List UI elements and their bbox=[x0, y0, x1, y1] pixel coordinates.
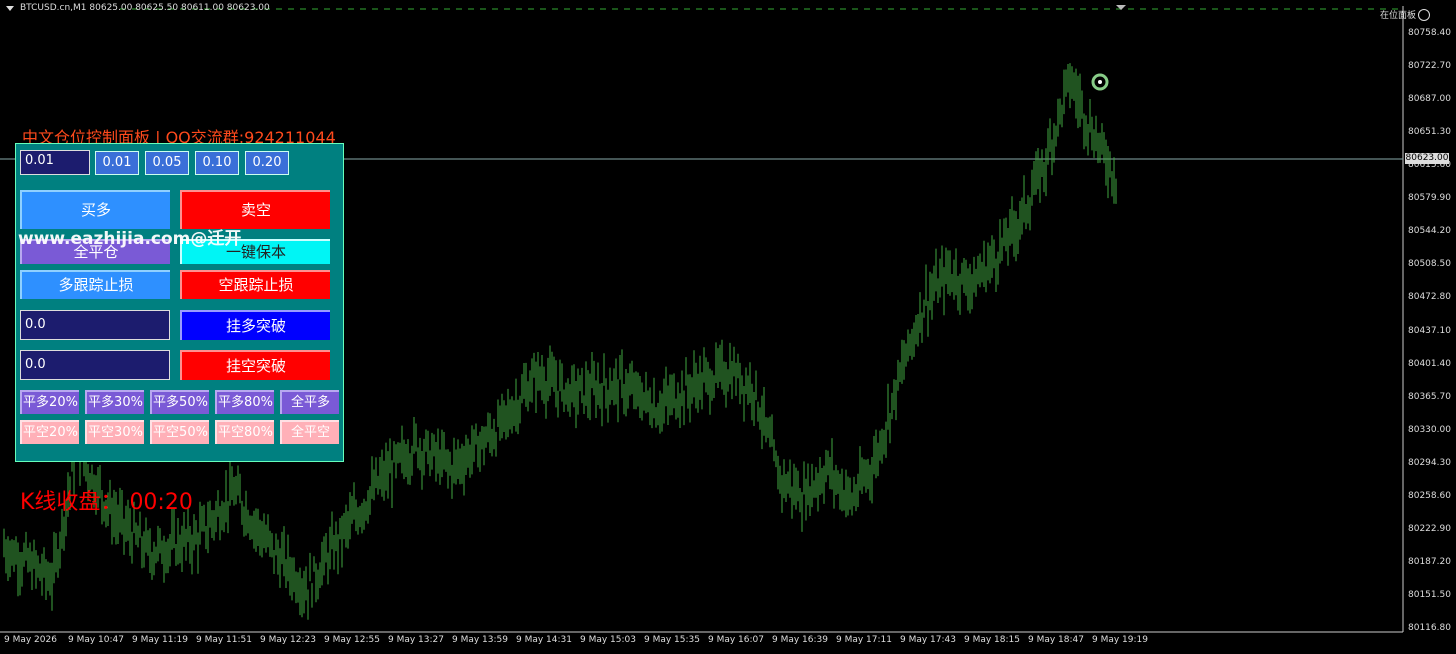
close-long-50-button[interactable]: 平多50% bbox=[150, 390, 209, 414]
buy-stop-price-input[interactable]: 0.0 bbox=[20, 310, 170, 340]
y-tick-label: 80544.20 bbox=[1408, 226, 1451, 237]
x-tick-label: 9 May 18:15 bbox=[964, 635, 1020, 645]
x-tick-label: 9 May 17:43 bbox=[900, 635, 956, 645]
close-short-20-button[interactable]: 平空20% bbox=[20, 420, 79, 444]
y-tick-label: 80579.90 bbox=[1408, 193, 1451, 204]
y-tick-label: 80401.40 bbox=[1408, 358, 1451, 369]
close-long-30-button[interactable]: 平多30% bbox=[85, 390, 144, 414]
smiley-icon[interactable] bbox=[1418, 9, 1430, 21]
y-tick-label: 80116.80 bbox=[1408, 623, 1451, 633]
y-tick-label: 80758.40 bbox=[1408, 28, 1451, 38]
y-tick-label: 80437.10 bbox=[1408, 325, 1451, 336]
y-tick-label: 80651.30 bbox=[1408, 127, 1451, 138]
close-all-long-button[interactable]: 全平多 bbox=[280, 390, 339, 414]
lot-button-001[interactable]: 0.01 bbox=[95, 151, 139, 175]
x-tick-label: 9 May 15:35 bbox=[644, 635, 700, 645]
lot-button-010[interactable]: 0.10 bbox=[195, 151, 239, 175]
symbol-menu-icon[interactable] bbox=[6, 6, 14, 11]
top-right-label[interactable]: 在位面板 bbox=[1380, 8, 1416, 21]
x-tick-label: 9 May 11:51 bbox=[196, 635, 252, 645]
y-tick-label: 80258.60 bbox=[1408, 490, 1451, 501]
lot-input[interactable]: 0.01 bbox=[20, 150, 90, 175]
y-tick-label: 80722.70 bbox=[1408, 61, 1451, 72]
close-long-20-button[interactable]: 平多20% bbox=[20, 390, 79, 414]
short-trailing-stop-button[interactable]: 空跟踪止损 bbox=[180, 270, 330, 299]
lot-button-020[interactable]: 0.20 bbox=[245, 151, 289, 175]
x-tick-label: 9 May 17:11 bbox=[836, 635, 892, 645]
kline-close-value: 00:20 bbox=[129, 490, 193, 515]
sell-stop-price-input[interactable]: 0.0 bbox=[20, 350, 170, 380]
close-short-30-button[interactable]: 平空30% bbox=[85, 420, 144, 444]
x-tick-label: 9 May 16:39 bbox=[772, 635, 828, 645]
y-tick-label: 80508.50 bbox=[1408, 259, 1451, 270]
x-tick-label: 9 May 19:19 bbox=[1092, 635, 1148, 645]
symbol-info: BTCUSD.cn,M1 80625.00 80625.50 80611.00 … bbox=[20, 3, 270, 13]
long-trailing-stop-button[interactable]: 多跟踪止损 bbox=[20, 270, 170, 299]
close-all-short-button[interactable]: 全平空 bbox=[280, 420, 339, 444]
y-tick-label: 80687.00 bbox=[1408, 94, 1451, 105]
x-tick-label: 9 May 13:27 bbox=[388, 635, 444, 645]
y-tick-label: 80294.30 bbox=[1408, 457, 1451, 468]
x-tick-label: 9 May 14:31 bbox=[516, 635, 572, 645]
sell-stop-button[interactable]: 挂空突破 bbox=[180, 350, 330, 380]
buy-stop-button[interactable]: 挂多突破 bbox=[180, 310, 330, 340]
y-tick-label: 80222.90 bbox=[1408, 523, 1451, 534]
x-tick-label: 9 May 13:59 bbox=[452, 635, 508, 645]
y-tick-label: 80472.80 bbox=[1408, 292, 1451, 303]
close-short-80-button[interactable]: 平空80% bbox=[215, 420, 274, 444]
x-tick-label: 9 May 18:47 bbox=[1028, 635, 1084, 645]
x-tick-label: 9 May 10:47 bbox=[68, 635, 124, 645]
close-long-80-button[interactable]: 平多80% bbox=[215, 390, 274, 414]
close-short-50-button[interactable]: 平空50% bbox=[150, 420, 209, 444]
kline-close-label: K线收盘： bbox=[20, 490, 123, 515]
x-tick-label: 9 May 15:03 bbox=[580, 635, 636, 645]
x-tick-label: 9 May 12:55 bbox=[324, 635, 380, 645]
kline-close-timer: K线收盘： 00:20 bbox=[20, 484, 193, 516]
watermark: www.eazhijia.com@迁开 bbox=[18, 229, 242, 249]
x-tick-label: 9 May 2026 bbox=[4, 635, 57, 645]
lot-button-005[interactable]: 0.05 bbox=[145, 151, 189, 175]
y-tick-label: 80365.70 bbox=[1408, 391, 1451, 402]
y-tick-label: 80330.00 bbox=[1408, 424, 1451, 435]
current-price-tag: 80623.00 bbox=[1405, 153, 1449, 164]
y-tick-label: 80151.50 bbox=[1408, 589, 1451, 600]
x-tick-label: 9 May 16:07 bbox=[708, 635, 764, 645]
y-tick-label: 80187.20 bbox=[1408, 556, 1451, 567]
x-tick-label: 9 May 12:23 bbox=[260, 635, 316, 645]
trade-marker-dot bbox=[1098, 80, 1102, 84]
x-tick-label: 9 May 11:19 bbox=[132, 635, 188, 645]
